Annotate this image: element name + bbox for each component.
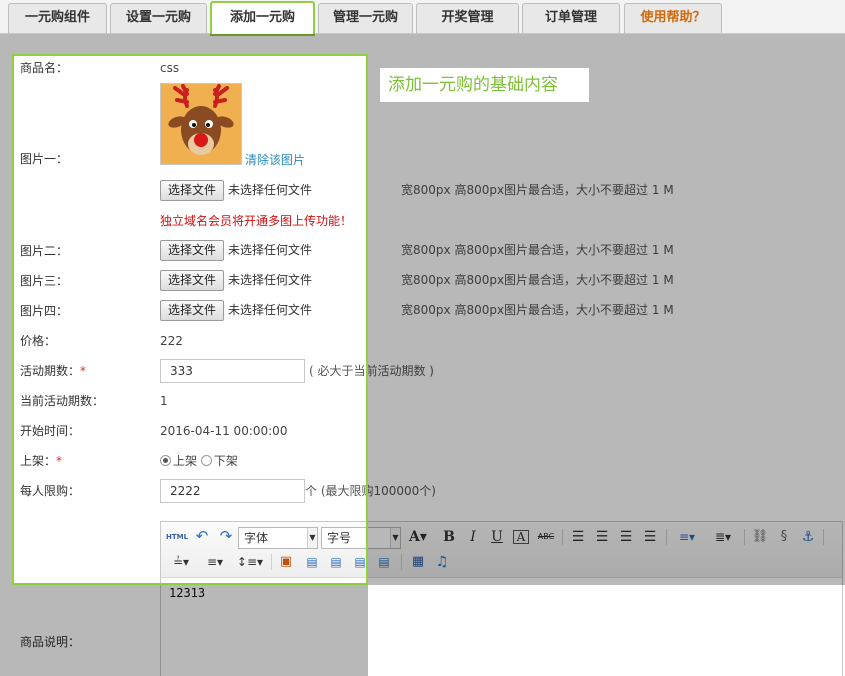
shelf-radio-group: 上架 下架 [160, 451, 238, 471]
choose-file-button-1[interactable]: 选择文件 [160, 180, 224, 201]
choose-file-button-4[interactable]: 选择文件 [160, 300, 224, 321]
toolbar-separator [562, 529, 563, 545]
file-hint-1: 宽800px 高800px图片最合适，大小不要超过 1 M [401, 183, 674, 197]
image4-label: 图片四： [20, 304, 69, 318]
limit-note: 个 (最大限购100000个) [305, 484, 436, 498]
italic-icon[interactable]: I [465, 528, 481, 546]
file-status-1: 未选择任何文件 [228, 183, 313, 197]
undo-icon[interactable]: ↶ [193, 527, 211, 545]
editor-toolbar: HTML ↶ ↷ 字体 ▼ 字号 ▼ A▾ B I U A ABC ☰ ☰ ☰ ☰ … [161, 522, 842, 578]
ordered-list-icon[interactable]: ≡▾ [673, 528, 701, 546]
clear-image-link[interactable]: 清除该图片 [245, 151, 305, 169]
align-left-icon[interactable]: ☰ [569, 528, 587, 546]
tab-add[interactable]: 添加一元购 [210, 1, 315, 36]
shelf-label: 上架：* [20, 454, 63, 468]
price-label: 价格： [20, 334, 57, 348]
image2-label: 图片二： [20, 244, 69, 258]
toolbar-separator [401, 554, 402, 570]
price-value: 222 [160, 334, 183, 348]
callout-label: 添加一元购的基础内容 [380, 68, 589, 102]
music-icon[interactable]: ♫ [433, 553, 451, 571]
period-input[interactable]: 333 [160, 359, 305, 383]
strikethrough-icon[interactable]: ABC [537, 528, 555, 546]
current-period-value: 1 [160, 394, 168, 408]
toolbar-separator [823, 529, 824, 545]
required-mark: * [80, 364, 87, 378]
file-status-3: 未选择任何文件 [228, 273, 313, 287]
editor-content[interactable]: 12313 [169, 586, 205, 600]
align-justify-icon[interactable]: ☰ [641, 528, 659, 546]
font-color-icon[interactable]: A▾ [407, 528, 429, 546]
font-size-select[interactable]: 字号 ▼ [321, 527, 401, 549]
float-right-icon[interactable]: ▤ [327, 553, 345, 571]
tab-orders[interactable]: 订单管理 [522, 3, 620, 33]
align-right-icon[interactable]: ☰ [617, 528, 635, 546]
toolbar-separator [666, 529, 667, 545]
product-image-thumbnail [160, 83, 242, 165]
limit-label: 每人限购： [20, 484, 81, 498]
reindeer-image [161, 84, 241, 164]
link-icon[interactable]: ⛓ [751, 528, 769, 546]
file-hint-3: 宽800px 高800px图片最合适，大小不要超过 1 M [401, 273, 674, 287]
rich-text-editor: HTML ↶ ↷ 字体 ▼ 字号 ▼ A▾ B I U A ABC ☰ ☰ ☰ ☰ … [160, 521, 843, 676]
paragraph-spacing-icon[interactable]: ≡▾ [201, 553, 229, 571]
tab-help[interactable]: 使用帮助？ [624, 3, 722, 33]
video-icon[interactable]: ▦ [409, 553, 427, 571]
tab-lottery[interactable]: 开奖管理 [416, 3, 519, 33]
upload-warning: 独立域名会员将开通多图上传功能！ [160, 214, 353, 228]
file-status-2: 未选择任何文件 [228, 243, 313, 257]
image-icon[interactable]: ▣ [277, 553, 295, 571]
anchor-icon[interactable]: ⚓ [799, 528, 817, 546]
underline-icon[interactable]: U [489, 528, 505, 546]
shelf-off-radio[interactable] [200, 455, 212, 466]
toolbar-separator [744, 529, 745, 545]
tab-bar: 一元购组件 设置一元购 添加一元购 管理一元购 开奖管理 订单管理 使用帮助？ [0, 0, 845, 36]
period-label: 活动期数：* [20, 364, 87, 378]
start-time-value: 2016-04-11 00:00:00 [160, 424, 288, 438]
start-time-label: 开始时间： [20, 424, 81, 438]
toolbar-separator [271, 554, 272, 570]
float-left-icon[interactable]: ▤ [303, 553, 321, 571]
align-center-icon[interactable]: ☰ [593, 528, 611, 546]
float-center-icon[interactable]: ▤ [375, 553, 393, 571]
shelf-on-label[interactable]: 上架 [173, 454, 197, 468]
redo-icon[interactable]: ↷ [217, 527, 235, 545]
dim-overlay [0, 54, 12, 676]
bold-icon[interactable]: B [441, 528, 457, 546]
choose-file-button-3[interactable]: 选择文件 [160, 270, 224, 291]
name-label: 商品名： [20, 61, 69, 75]
tab-component[interactable]: 一元购组件 [8, 3, 107, 33]
font-family-select[interactable]: 字体 ▼ [238, 527, 318, 549]
line-height-icon[interactable]: ↕≡▾ [235, 553, 265, 571]
float-none-icon[interactable]: ▤ [351, 553, 369, 571]
file-hint-4: 宽800px 高800px图片最合适，大小不要超过 1 M [401, 303, 674, 317]
font-border-icon[interactable]: A [513, 530, 529, 544]
file-status-4: 未选择任何文件 [228, 303, 313, 317]
font-size-value: 字号 [327, 531, 352, 545]
unlink-icon[interactable]: § [775, 528, 793, 546]
image3-label: 图片三： [20, 274, 69, 288]
tab-settings[interactable]: 设置一元购 [110, 3, 207, 33]
font-family-value: 字体 [244, 531, 269, 545]
required-mark: * [56, 454, 63, 468]
chevron-down-icon: ▼ [307, 528, 317, 548]
name-value: css [160, 61, 180, 75]
file-hint-2: 宽800px 高800px图片最合适，大小不要超过 1 M [401, 243, 674, 257]
dim-overlay [0, 34, 845, 54]
shelf-off-label[interactable]: 下架 [214, 454, 238, 468]
row-spacing-icon[interactable]: ≟▾ [167, 553, 195, 571]
description-label: 商品说明： [20, 635, 81, 649]
image1-label: 图片一： [20, 152, 69, 166]
unordered-list-icon[interactable]: ≣▾ [709, 528, 737, 546]
period-note: ( 必大于当前活动期数 ) [309, 364, 434, 378]
choose-file-button-2[interactable]: 选择文件 [160, 240, 224, 261]
current-period-label: 当前活动期数： [20, 394, 105, 408]
html-button[interactable]: HTML [165, 528, 189, 546]
tab-manage[interactable]: 管理一元购 [318, 3, 413, 33]
limit-input[interactable]: 2222 [160, 479, 305, 503]
shelf-on-radio[interactable] [160, 455, 171, 466]
chevron-down-icon: ▼ [390, 528, 400, 548]
